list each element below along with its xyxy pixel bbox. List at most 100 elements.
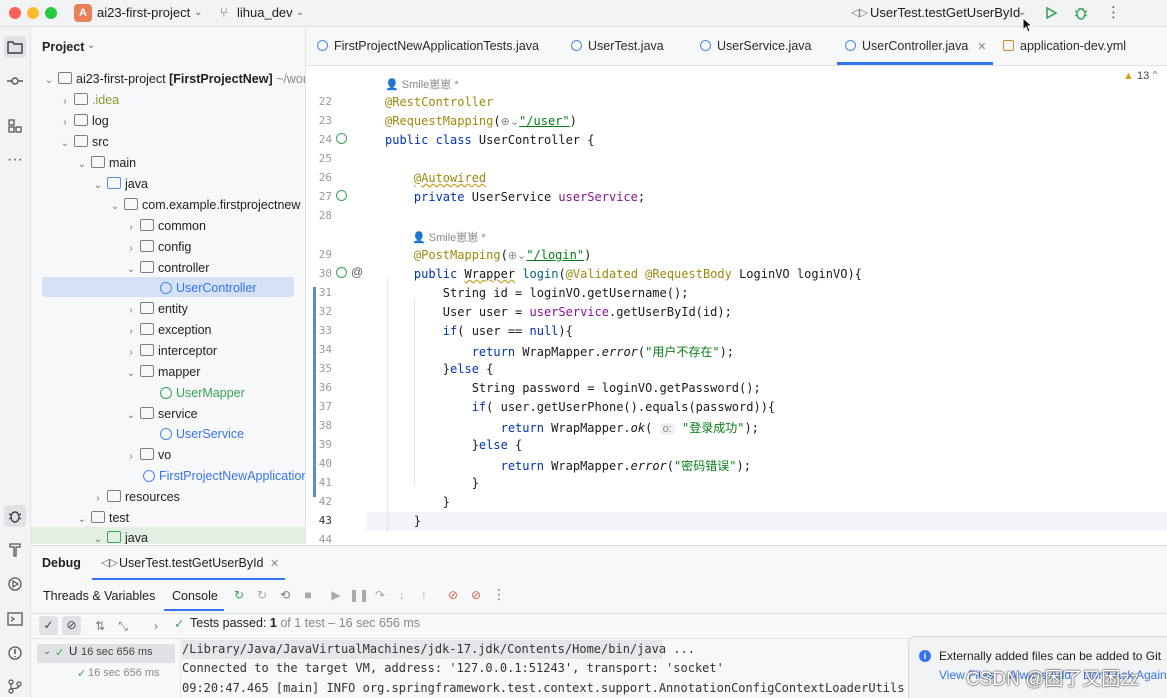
divider: [180, 638, 181, 698]
stop-icon[interactable]: ■: [299, 586, 317, 604]
branch-switcher[interactable]: lihua_dev: [237, 5, 293, 20]
tree-item-entity[interactable]: › entity: [125, 299, 188, 319]
test-tree-root[interactable]: ⌄ ✓ U 16 sec 656 ms: [37, 644, 175, 663]
test-tree-child[interactable]: ✓ 16 sec 656 ms: [37, 665, 175, 684]
tree-item-test[interactable]: ⌄ test: [76, 508, 129, 528]
rerun-failed-icon[interactable]: ↻: [253, 586, 271, 604]
author-hint[interactable]: 👤 Smile崽崽 *: [412, 229, 486, 245]
rerun-icon[interactable]: ↻: [230, 586, 248, 604]
spring-bean-icon[interactable]: [336, 133, 347, 144]
tree-item-interceptor[interactable]: › interceptor: [125, 341, 217, 361]
annotation-marker-icon[interactable]: @: [351, 265, 363, 279]
tree-item-log[interactable]: › log: [59, 111, 109, 131]
tree-item-userservice[interactable]: UserService: [160, 424, 244, 444]
package-icon: [140, 219, 154, 231]
class-icon: [160, 428, 172, 440]
tree-item-mapper[interactable]: ⌄ mapper: [125, 362, 200, 382]
package-icon: [140, 261, 154, 273]
collapse-icon[interactable]: ⤡: [114, 617, 132, 635]
minimize-window-button[interactable]: [27, 7, 39, 19]
tree-item-vo[interactable]: › vo: [125, 445, 171, 465]
close-tab-icon[interactable]: ✕: [270, 557, 279, 570]
code-line: }: [385, 514, 422, 528]
console-line[interactable]: /Library/Java/JavaVirtualMachines/jdk-17…: [182, 642, 695, 656]
build-tool-icon[interactable]: [4, 539, 26, 561]
services-tool-icon[interactable]: [4, 573, 26, 595]
folder-icon: [91, 511, 105, 523]
tab-usercontroller[interactable]: UserController.java ✕: [845, 27, 987, 65]
run-config-selector[interactable]: UserTest.testGetUserById: [870, 5, 1020, 20]
person-icon: 👤: [385, 79, 399, 91]
more-actions-icon[interactable]: ⋮: [1106, 3, 1121, 21]
tab-threads-variables[interactable]: Threads & Variables: [43, 589, 155, 603]
tab-userservice[interactable]: UserService.java: [700, 27, 811, 65]
line-number: 26: [318, 171, 332, 184]
view-breakpoints-icon[interactable]: ⊘: [444, 586, 462, 604]
close-window-button[interactable]: [9, 7, 21, 19]
vcs-change-marker[interactable]: [313, 287, 316, 497]
tree-item-test-java[interactable]: ⌄ java: [92, 528, 148, 544]
commit-tool-icon[interactable]: [4, 70, 26, 92]
author-hint[interactable]: 👤 Smile崽崽 *: [385, 76, 459, 92]
tree-item-package[interactable]: ⌄ com.example.firstprojectnew: [109, 195, 300, 215]
debug-session-tab[interactable]: ◁▷ UserTest.testGetUserById ✕: [92, 548, 285, 580]
git-tool-icon[interactable]: [4, 675, 26, 697]
chevron-right-icon: ›: [129, 451, 133, 462]
debug-tool-icon[interactable]: [4, 505, 26, 527]
line-number: 30: [318, 267, 332, 280]
step-over-icon[interactable]: ↷: [371, 586, 389, 604]
problems-tool-icon[interactable]: [4, 642, 26, 664]
tree-item-usercontroller[interactable]: UserController: [160, 278, 257, 298]
terminal-tool-icon[interactable]: [4, 608, 26, 630]
tree-item-controller[interactable]: ⌄ controller: [125, 258, 209, 278]
run-icon[interactable]: [1044, 6, 1058, 20]
tree-item-service[interactable]: ⌄ service: [125, 404, 198, 424]
tree-root[interactable]: ⌄ ai23-first-project [FirstProjectNew] ~/…: [43, 69, 305, 89]
run-config-icon: ◁▷: [851, 7, 868, 19]
line-number: 23: [318, 114, 332, 127]
structure-tool-icon[interactable]: [4, 115, 26, 137]
restore-layout-icon[interactable]: ⟲: [276, 586, 294, 604]
tab-usertest[interactable]: UserTest.java: [571, 27, 664, 65]
tree-item-config[interactable]: › config: [125, 237, 191, 257]
resume-icon[interactable]: ▶︎: [327, 586, 345, 604]
code-editor[interactable]: ▲ 13 ⌃ 👤 Smile崽崽 * 22 23 24 25 26 27 28 …: [306, 66, 1167, 544]
tab-firstprojectnewapplicationtests[interactable]: FirstProjectNewApplicationTests.java: [317, 27, 539, 65]
tree-item-idea[interactable]: › .idea: [59, 90, 119, 110]
project-switcher[interactable]: ai23-first-project: [97, 5, 190, 20]
chevron-down-icon: ⌄: [296, 7, 305, 18]
mute-breakpoints-icon[interactable]: ⊘: [467, 586, 485, 604]
show-ignored-toggle[interactable]: ⊘: [62, 616, 81, 635]
autowired-bean-icon[interactable]: [336, 190, 347, 201]
tree-item-src[interactable]: ⌄ src: [59, 132, 109, 152]
more-actions-icon[interactable]: ⋮: [490, 585, 508, 603]
tree-item-main[interactable]: ⌄ main: [76, 153, 136, 173]
chevron-right-icon: ›: [129, 243, 133, 254]
project-panel-title[interactable]: Project: [42, 40, 84, 54]
maximize-window-button[interactable]: [45, 7, 57, 19]
title-bar: A ai23-first-project ⌄ ⑂ lihua_dev ⌄ ◁▷ …: [0, 0, 1167, 27]
endpoint-icon[interactable]: [336, 267, 347, 278]
more-tools-icon[interactable]: ···: [4, 149, 26, 171]
tree-item-exception[interactable]: › exception: [125, 320, 212, 340]
pause-icon[interactable]: ❚❚: [349, 586, 369, 604]
show-passed-toggle[interactable]: ✓: [39, 616, 58, 635]
package-icon: [140, 407, 154, 419]
tree-item-java[interactable]: ⌄ java: [92, 174, 148, 194]
close-tab-icon[interactable]: ✕: [977, 41, 986, 53]
step-out-icon[interactable]: ↑: [415, 586, 433, 604]
tree-item-application[interactable]: FirstProjectNewApplication: [143, 466, 305, 486]
code-line: @RequestMapping(⊕⌄"/user"): [385, 114, 577, 128]
editor-tabs: FirstProjectNewApplicationTests.java Use…: [306, 27, 1167, 66]
step-into-icon[interactable]: ↓: [393, 586, 411, 604]
class-icon: [845, 40, 856, 51]
debug-icon[interactable]: [1073, 5, 1089, 21]
project-tool-icon[interactable]: [4, 36, 26, 58]
tree-item-resources[interactable]: › resources: [92, 487, 180, 507]
tree-item-usermapper[interactable]: UserMapper: [160, 383, 245, 403]
tab-console[interactable]: Console: [164, 581, 224, 611]
warnings-indicator[interactable]: ▲ 13: [1123, 70, 1149, 82]
tree-item-common[interactable]: › common: [125, 216, 206, 236]
sort-icon[interactable]: ⇅: [91, 617, 109, 635]
chevron-right-icon[interactable]: ›: [147, 617, 165, 635]
